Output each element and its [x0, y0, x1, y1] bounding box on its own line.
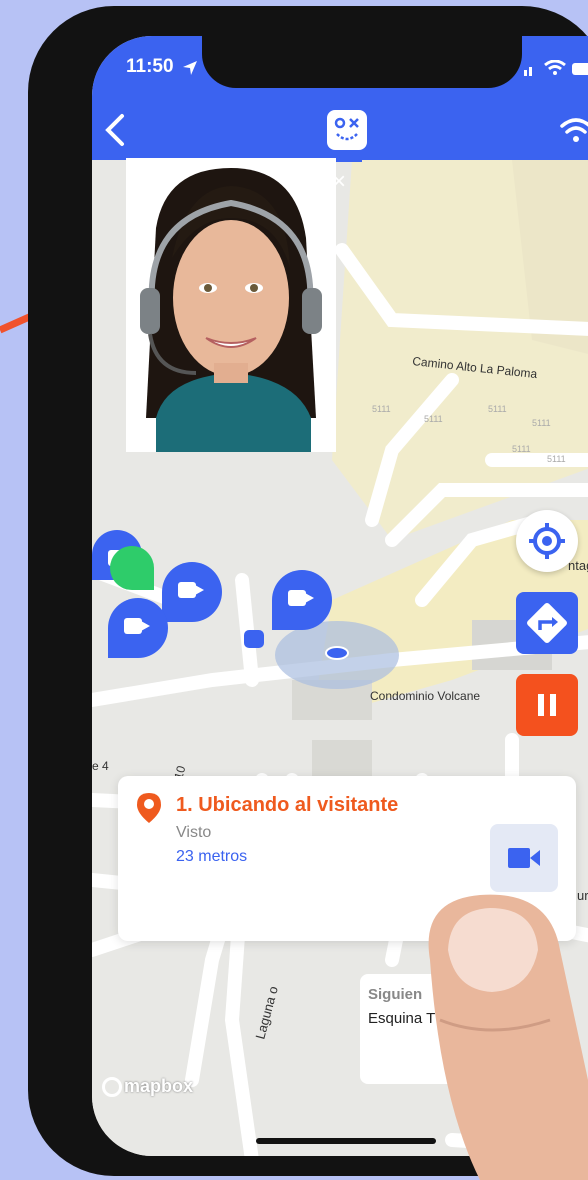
- location-pin-icon: [137, 793, 161, 823]
- svg-text:5111: 5111: [512, 444, 531, 454]
- signal-icon: [524, 67, 532, 76]
- status-time: 11:50: [126, 56, 174, 77]
- connection-wifi-icon[interactable]: [560, 116, 588, 144]
- green-user-pin[interactable]: [110, 546, 154, 590]
- svg-text:5111: 5111: [532, 418, 551, 428]
- card-status: Visto: [176, 824, 212, 841]
- video-pin[interactable]: [162, 562, 222, 622]
- card-distance: 23 metros: [176, 848, 248, 865]
- video-pin[interactable]: [272, 570, 332, 630]
- pause-icon: [538, 694, 556, 716]
- close-video-icon[interactable]: ×: [332, 168, 346, 196]
- map-label-condominio: Condominio Volcane: [370, 689, 480, 703]
- svg-text:5111: 5111: [547, 454, 566, 464]
- face-logo-icon: [334, 117, 359, 141]
- back-chevron-icon[interactable]: [100, 112, 130, 148]
- video-pin[interactable]: [108, 598, 168, 658]
- directions-icon: [527, 603, 567, 643]
- crosshair-icon: [529, 523, 565, 559]
- battery-icon: [572, 63, 588, 75]
- notch: [202, 36, 522, 88]
- operator-video: [126, 158, 336, 452]
- mapbox-logo-icon: [102, 1077, 122, 1098]
- app-header: 11:50: [92, 36, 588, 160]
- card-title: 1. Ubicando al visitante: [176, 794, 399, 816]
- svg-text:5111: 5111: [488, 404, 507, 414]
- svg-text:5111: 5111: [424, 414, 443, 424]
- svg-text:5111: 5111: [372, 404, 391, 414]
- finger-image: [428, 894, 588, 1180]
- pause-button[interactable]: [516, 674, 578, 736]
- status-wifi-icon: [544, 60, 566, 75]
- location-arrow-icon: [183, 61, 197, 75]
- app-logo: [327, 110, 367, 150]
- operator-avatar: [126, 158, 336, 452]
- mapbox-attribution[interactable]: mapbox: [102, 1076, 193, 1098]
- recenter-button[interactable]: [516, 510, 578, 572]
- svg-text:e 4: e 4: [92, 759, 109, 773]
- directions-button[interactable]: [516, 592, 578, 654]
